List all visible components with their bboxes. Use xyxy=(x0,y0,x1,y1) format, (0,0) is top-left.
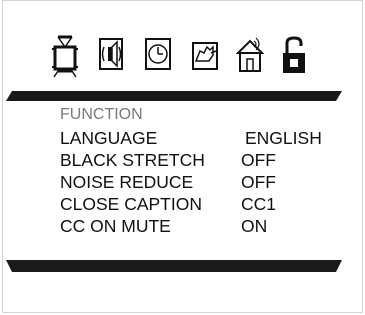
menu-row-language[interactable]: LANGUAGE ENGLISH xyxy=(60,128,360,150)
menu-row-value: ENGLISH xyxy=(245,128,322,148)
parental-lock-icon[interactable] xyxy=(191,35,218,79)
menu-row-label: LANGUAGE xyxy=(60,128,158,148)
audio-icon[interactable] xyxy=(98,35,124,79)
menu-row-value: OFF xyxy=(241,150,276,170)
menu-icon-row xyxy=(0,0,365,90)
menu-row-label: CLOSE CAPTION xyxy=(60,194,202,214)
antenna-setup-icon[interactable] xyxy=(236,35,264,79)
menu-row-black-stretch[interactable]: BLACK STRETCH OFF xyxy=(60,150,360,172)
menu-row-value: OFF xyxy=(241,172,276,192)
menu-title: FUNCTION xyxy=(60,106,143,123)
top-divider-bar xyxy=(6,91,342,101)
picture-icon[interactable] xyxy=(52,35,78,79)
menu-row-value: CC1 xyxy=(241,194,277,214)
menu-row-value: ON xyxy=(241,216,268,236)
menu-row-cc-on-mute[interactable]: CC ON MUTE ON xyxy=(60,216,360,238)
menu-row-close-caption[interactable]: CLOSE CAPTION CC1 xyxy=(60,194,360,216)
menu-row-noise-reduce[interactable]: NOISE REDUCE OFF xyxy=(60,172,360,194)
clock-icon[interactable] xyxy=(144,35,171,79)
function-lock-icon[interactable] xyxy=(281,35,307,79)
menu-row-label: NOISE REDUCE xyxy=(60,172,194,192)
menu-row-label: BLACK STRETCH xyxy=(60,150,205,170)
menu-row-label: CC ON MUTE xyxy=(60,216,171,236)
bottom-divider-bar xyxy=(6,260,342,272)
